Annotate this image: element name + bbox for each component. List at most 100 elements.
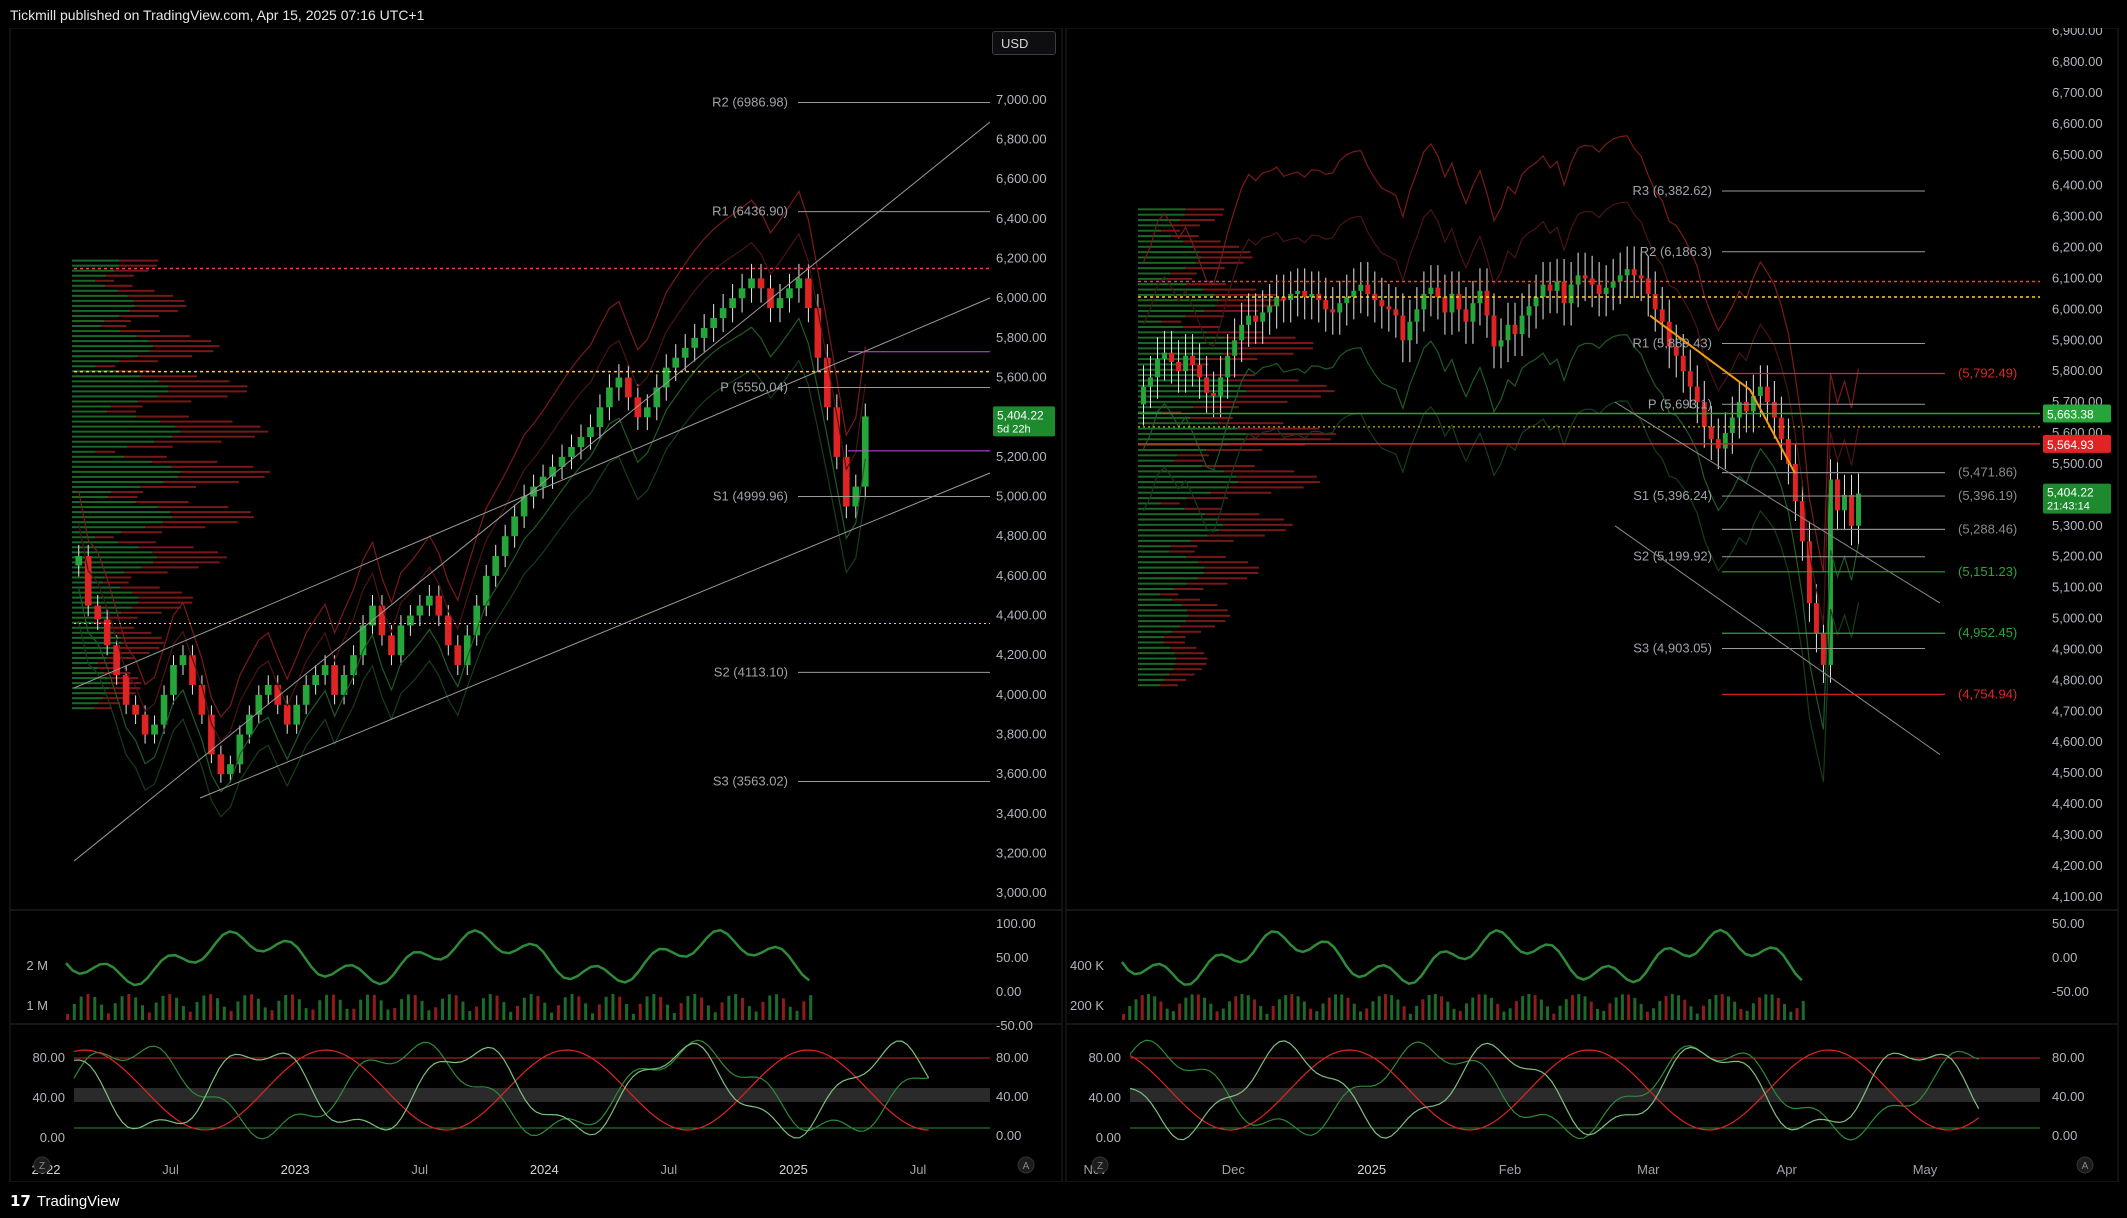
volume-bar: [1627, 994, 1631, 1020]
volume-bar: [1533, 995, 1537, 1020]
pivot-label: P (5550.04): [720, 379, 788, 394]
y-tick-label: 5,300.00: [2052, 518, 2103, 533]
volume-bar: [1458, 1011, 1462, 1020]
volume-profile-bar: [1138, 609, 1188, 612]
volume-bar: [570, 994, 574, 1020]
volume-profile-bar: [120, 586, 160, 589]
volume-profile-bar: [1138, 588, 1175, 590]
candle-body: [1386, 306, 1392, 310]
volume-bar: [461, 1001, 465, 1020]
y-tick-label: 6,900.00: [2052, 28, 2103, 38]
volume-profile-bar: [1160, 502, 1180, 505]
volume-bar: [1652, 1008, 1656, 1020]
volume-bar: [256, 998, 260, 1020]
candle-body: [1575, 275, 1581, 285]
volume-bar: [1770, 994, 1774, 1020]
candle-body: [302, 684, 310, 705]
candle-body: [170, 665, 177, 695]
volume-profile-bar: [157, 506, 229, 509]
price-tag-countdown: 21:43:14: [2047, 501, 2090, 513]
volume-profile-bar: [72, 646, 121, 649]
volume-bar: [1477, 994, 1481, 1020]
volume-profile-bar: [103, 581, 129, 584]
volume-profile-bar: [72, 380, 159, 383]
volume-profile-bar: [175, 425, 261, 428]
volume-bar: [434, 1007, 438, 1020]
volume-profile-bar: [72, 656, 107, 659]
volume-bar: [802, 1001, 806, 1020]
volume-profile-bar: [1138, 491, 1212, 494]
volume-profile-bar: [1180, 625, 1216, 628]
volume-profile-bar: [72, 360, 120, 363]
y-tick-label: 4,600.00: [2052, 734, 2103, 749]
volume-profile-bar: [106, 656, 135, 659]
y-tick-label: 4,500.00: [2052, 765, 2103, 780]
pivot-label: R1 (5,889.43): [1633, 336, 1713, 351]
volume-profile-bar: [1211, 491, 1272, 494]
volume-profile-bar: [1164, 636, 1186, 639]
volume-profile-bar: [134, 304, 187, 307]
x-tick-label: Jul: [162, 1162, 179, 1177]
candle-body: [1239, 324, 1245, 341]
candle-body: [1638, 275, 1644, 279]
volume-profile-bar: [119, 360, 159, 363]
volume-bar: [1508, 1008, 1512, 1020]
oscillator-line: [65, 928, 811, 987]
volume-bar: [1334, 994, 1338, 1020]
y-tick-label: 5,900.00: [2052, 332, 2103, 347]
volume-bar: [106, 1013, 110, 1020]
volume-profile-bar: [140, 375, 197, 378]
candle-body: [587, 427, 594, 438]
volume-bar: [420, 1000, 424, 1020]
volume-profile-bar: [1243, 438, 1331, 441]
volume-bar: [1714, 995, 1718, 1020]
volume-profile-bar: [1187, 609, 1228, 612]
volume-bar: [1801, 1000, 1805, 1020]
volume-profile-bar: [72, 536, 95, 539]
volume-profile-bar: [72, 410, 108, 413]
volume-profile-bar: [72, 511, 171, 514]
volume-profile-bar: [1138, 267, 1186, 270]
pivot-label: S3 (4,903.05): [1633, 641, 1712, 656]
tradingview-logo[interactable]: 17 TradingView: [10, 1192, 119, 1210]
volume-profile-bar: [1172, 630, 1201, 633]
candle-body: [738, 288, 746, 299]
volume-profile-bar: [1138, 288, 1203, 291]
candle-body: [1204, 377, 1210, 393]
volume-profile-bar: [1167, 277, 1193, 280]
volume-profile-bar: [106, 692, 136, 695]
band-line: [1142, 400, 1860, 783]
volume-bar: [1751, 1003, 1755, 1020]
volume-profile-bar: [138, 546, 194, 549]
volume-profile-bar: [72, 375, 141, 378]
volume-profile-bar: [72, 606, 132, 609]
volume-bar: [625, 1004, 629, 1020]
candle-body: [1197, 365, 1203, 378]
volume-profile-bar: [1161, 229, 1181, 232]
candle-body: [1764, 386, 1770, 403]
chart-canvas[interactable]: 7,000.00 6,800.00 6,600.00 6,400.00 6,200.00…: [0, 28, 2127, 1182]
volume-bar: [747, 1006, 751, 1020]
candle-body: [160, 694, 168, 725]
volume-bar: [1720, 994, 1724, 1020]
volume-axis-label: 1 M: [26, 998, 48, 1013]
volume-profile-bar: [1138, 390, 1247, 393]
volume-bar: [666, 1004, 669, 1020]
volume-profile-bar: [1138, 459, 1174, 462]
stoch-band: [1130, 1088, 2040, 1102]
volume-profile-bar: [72, 340, 149, 343]
volume-profile-bar: [1138, 657, 1177, 660]
volume-profile-bar: [1173, 459, 1204, 462]
volume-profile-bar: [72, 425, 176, 428]
candle-body: [198, 684, 206, 715]
candle-body: [179, 655, 187, 666]
volume-bar: [1252, 999, 1256, 1020]
volume-profile-bar: [72, 289, 118, 292]
volume-bar: [393, 1007, 397, 1020]
stoch-axis-label: 80.00: [1088, 1050, 1121, 1065]
candle-body: [1547, 284, 1553, 291]
candle-body: [511, 516, 518, 537]
candle-body: [596, 407, 604, 428]
volume-bar: [1203, 997, 1207, 1020]
volume-bar: [1346, 997, 1350, 1020]
